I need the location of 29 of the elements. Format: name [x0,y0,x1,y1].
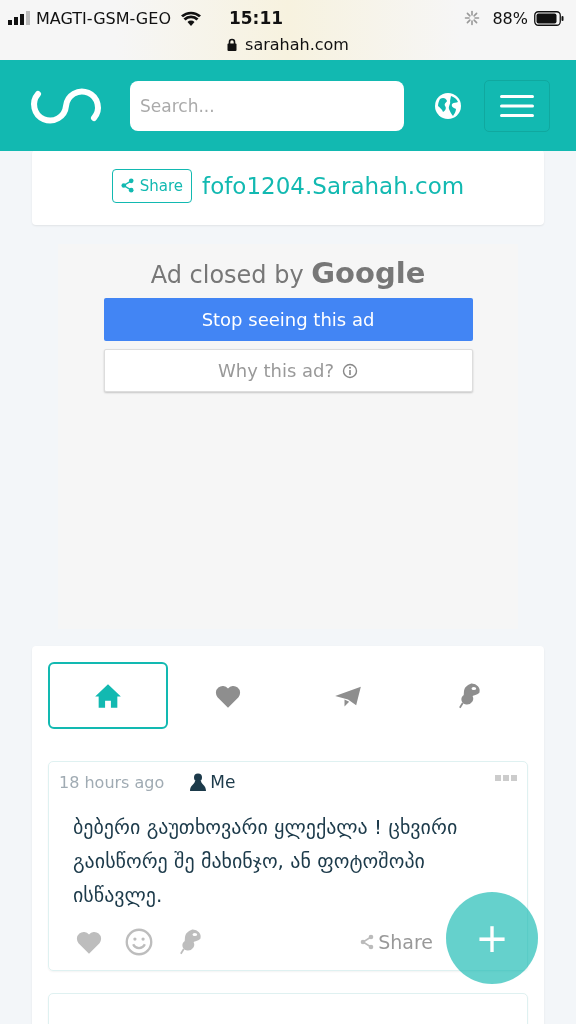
author-name: Me [210,772,236,792]
wifi-icon [180,10,201,26]
share-button[interactable]: Share [360,931,433,953]
more-icon[interactable] [495,775,517,781]
signal-icon [8,11,30,25]
share-button[interactable]: Share [111,168,193,203]
share-icon [120,178,134,193]
carrier-name: MAGTI-GSM-GEO [36,8,171,28]
why-ad-button[interactable]: Why this ad? [103,349,473,392]
address-url[interactable]: sarahah.com [245,34,349,54]
add-button[interactable]: + [446,892,538,984]
smiley-icon[interactable] [125,928,153,956]
menu-icon [500,93,534,118]
profile-link[interactable]: fofo1204.Sarahah.com [202,172,465,199]
ad-closed-text: Ad closed by Google [150,256,426,290]
message-time: 18 hours ago [59,772,165,792]
share-icon [360,934,375,950]
clock-time: 15:11 [228,8,284,28]
info-icon [342,362,359,379]
stop-ad-button[interactable]: Stop seeing this ad [103,298,473,341]
tab[interactable] [48,662,168,729]
globe-icon[interactable] [434,91,462,120]
battery-icon [534,10,564,26]
menu-button[interactable] [484,79,550,132]
battery-percent: 88% [492,8,528,28]
person-icon [190,773,207,791]
loading-icon [464,10,481,26]
search-field[interactable]: Search... [130,80,404,131]
lock-icon [227,37,238,51]
